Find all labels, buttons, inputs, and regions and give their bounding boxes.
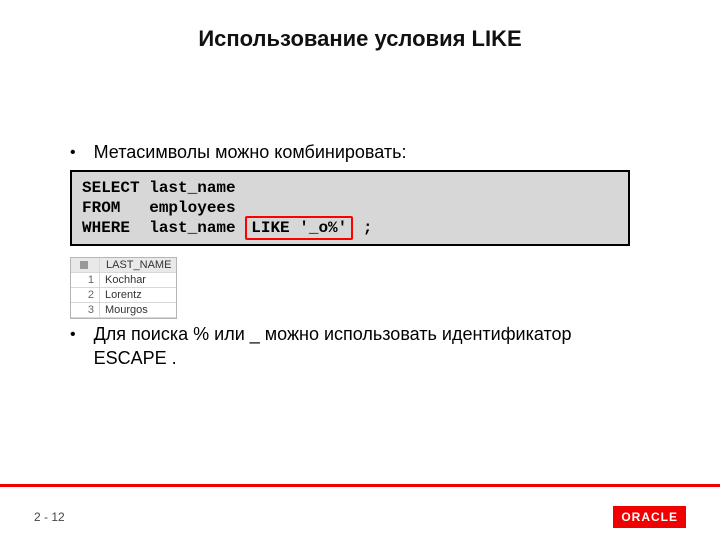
oracle-logo: ORACLE [613,506,686,528]
bullet-1: • Метасимволы можно комбинировать: [70,140,650,164]
table-cell-value: Kochhar [100,273,176,288]
bullet-1-text: Метасимволы можно комбинировать: [94,140,407,164]
table-header-lastname: LAST_NAME [100,258,176,273]
page-number: 2 - 12 [34,510,65,524]
table-row: 2 Lorentz [71,288,176,303]
footer-red-bar [0,484,720,487]
table-row: 3 Mourgos [71,303,176,318]
table-header-rownum [71,258,100,273]
table-row: 1 Kochhar [71,273,176,288]
column-icon [80,261,88,269]
table-cell-rownum: 3 [71,303,100,318]
code-line-1: SELECT last_name [82,179,236,197]
table-cell-value: Lorentz [100,288,176,303]
table-cell-value: Mourgos [100,303,176,318]
page-num: 12 [51,510,64,524]
table-header-row: LAST_NAME [71,258,176,273]
code-line-2: FROM employees [82,199,236,217]
table-cell-rownum: 2 [71,288,100,303]
bullet-2: • Для поиска % или _ можно использовать … [70,322,630,371]
code-line-3-post: ; [353,219,372,237]
result-table: LAST_NAME 1 Kochhar 2 Lorentz 3 Mourgos [70,257,177,319]
bullet-2-text: Для поиска % или _ можно использовать ид… [94,322,630,371]
slide: Использование условия LIKE • Метасимволы… [0,0,720,540]
bullet-2-container: • Для поиска % или _ можно использовать … [70,322,630,379]
bullet-dot-icon: • [70,324,76,346]
slide-title: Использование условия LIKE [0,26,720,52]
code-line-3-pre: WHERE last_name [82,219,245,237]
sql-code-block: SELECT last_name FROM employees WHERE la… [70,170,630,246]
body-area: • Метасимволы можно комбинировать: [70,140,650,172]
page-prefix: 2 - [34,510,51,524]
code-highlight-like: LIKE '_o%' [245,216,353,240]
table-cell-rownum: 1 [71,273,100,288]
bullet-dot-icon: • [70,142,76,164]
